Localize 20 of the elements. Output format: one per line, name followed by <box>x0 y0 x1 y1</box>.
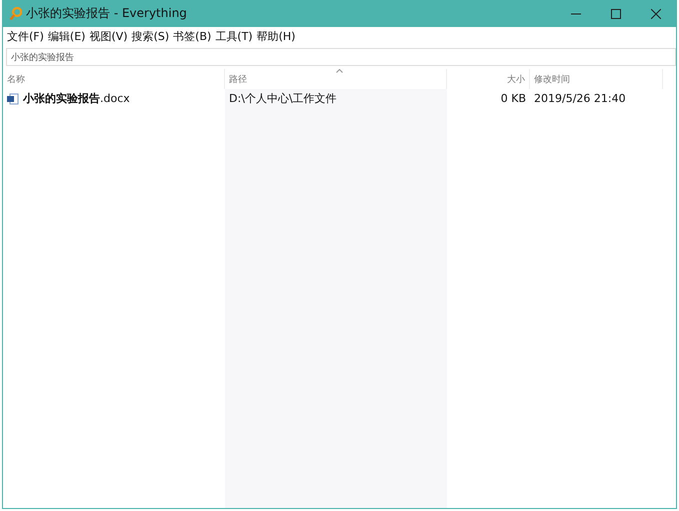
column-header[interactable]: 名称 <box>3 69 225 89</box>
close-icon <box>651 8 661 18</box>
table-cell-text: 0 KB <box>500 91 527 107</box>
menu-item[interactable]: 搜索(S) <box>132 29 170 44</box>
menu-item[interactable]: 工具(T) <box>215 29 253 44</box>
column-header[interactable]: 大小 <box>447 69 530 89</box>
maximize-icon <box>611 8 621 18</box>
file-name: 小张的实验报告.docx <box>3 89 225 108</box>
window-title: 小张的实验报告 - Everything <box>26 5 188 22</box>
search-field[interactable]: 小张的实验报告 <box>6 48 676 66</box>
menu-item[interactable]: 文件(F) <box>7 29 44 44</box>
table-cell-text: 2019/5/26 21:40 <box>533 91 627 107</box>
column-header[interactable]: 修改时间 <box>530 69 663 89</box>
table-cell: D:\个人中心\工作文件 <box>225 89 447 108</box>
menu-item[interactable]: 帮助(H) <box>256 29 296 44</box>
magnifier-icon <box>9 6 22 20</box>
menu-item[interactable]: 视图(V) <box>89 29 128 44</box>
menu-item[interactable]: 编辑(E) <box>48 29 86 44</box>
word-document-icon <box>7 92 19 104</box>
menu-item[interactable]: 书签(B) <box>173 29 212 44</box>
